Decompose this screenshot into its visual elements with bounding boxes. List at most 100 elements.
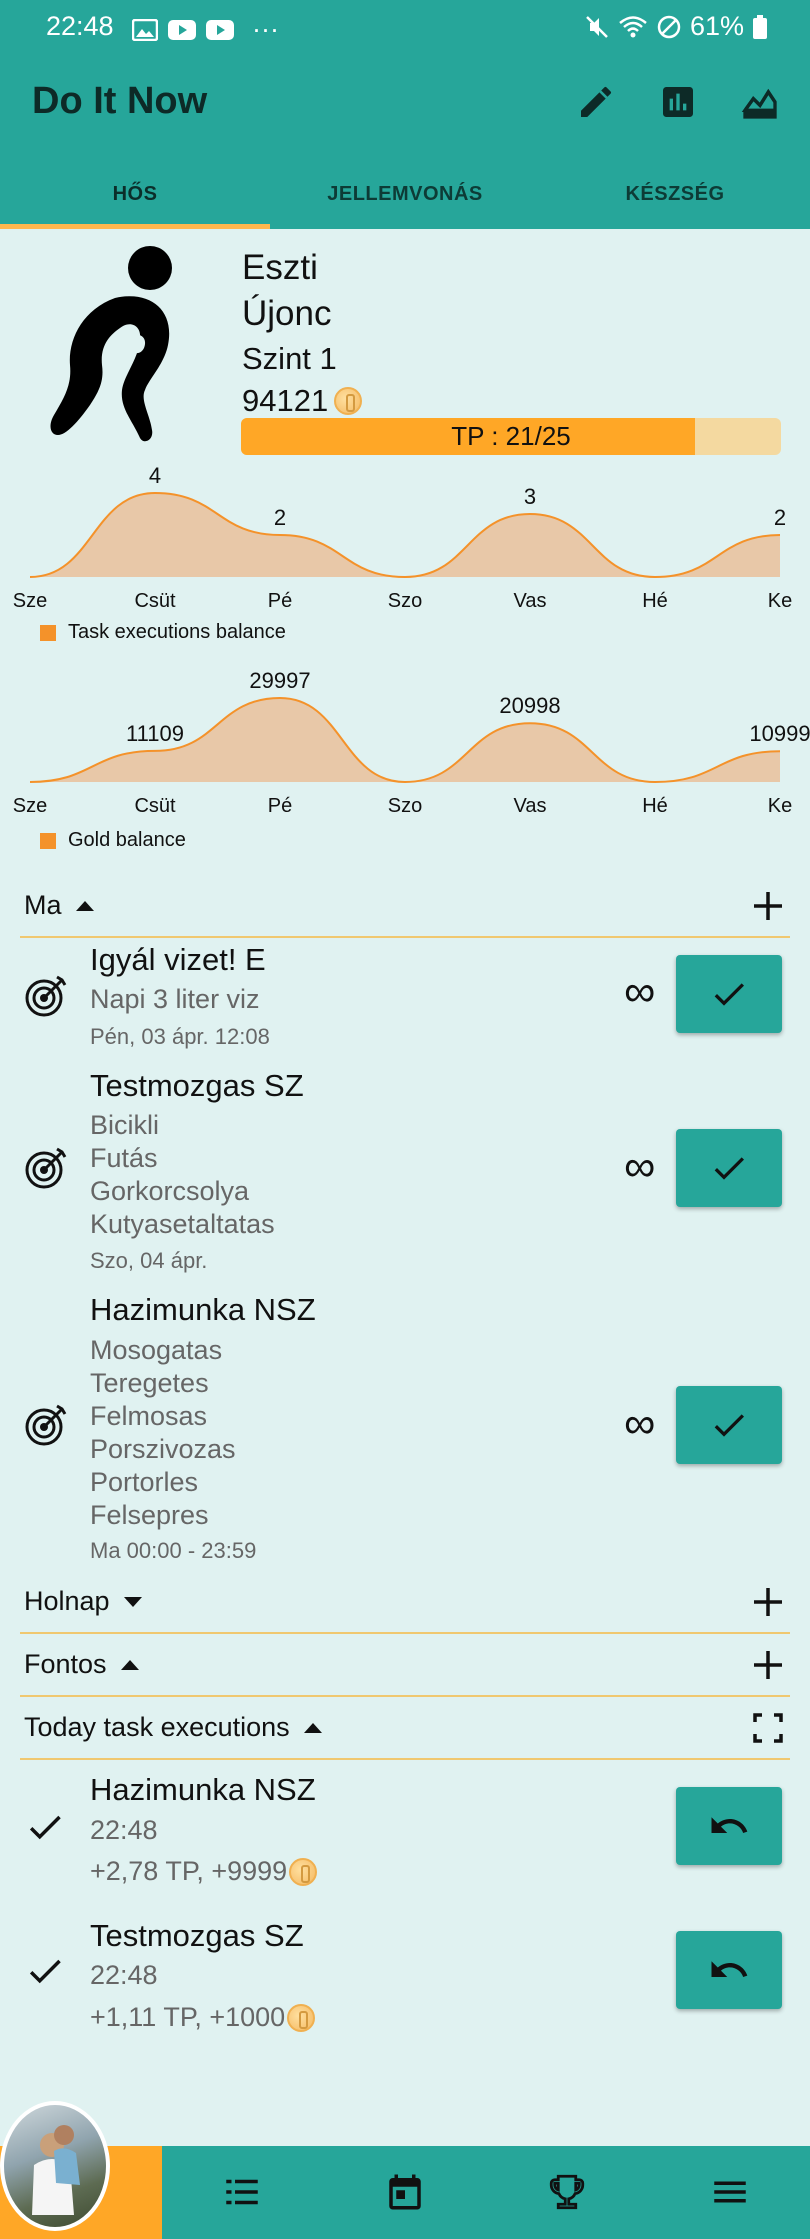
task-subtask: Gorkorcsolya <box>90 1176 250 1206</box>
task-date: Szo, 04 ápr. <box>90 1248 208 1273</box>
x-tick-label: Sze <box>13 795 47 817</box>
add-icon[interactable] <box>750 888 786 924</box>
list-icon <box>226 2179 258 2205</box>
complete-task-button[interactable] <box>676 955 782 1033</box>
edit-button[interactable] <box>572 78 620 126</box>
collapse-icon <box>120 1659 139 1670</box>
data-label: 10999 <box>749 721 810 746</box>
fullscreen-icon[interactable] <box>750 1710 786 1746</box>
repeat-infinite-icon: ∞ <box>624 1142 656 1191</box>
task-name: Hazimunka NSZ <box>90 1292 316 1327</box>
check-icon <box>714 983 744 1006</box>
undo-button[interactable] <box>676 1787 782 1865</box>
legend-label: Gold balance <box>68 829 186 851</box>
check-icon <box>29 1815 61 1840</box>
complete-task-button[interactable] <box>676 1386 782 1464</box>
target-icon <box>25 1404 67 1446</box>
gold-amount: 94121 <box>242 383 329 418</box>
data-label: 29997 <box>249 668 310 693</box>
tab-traits[interactable]: JELLEMVONÁS <box>270 168 540 229</box>
calendar-icon <box>389 2174 421 2210</box>
tab-hero[interactable]: HŐS <box>0 168 270 229</box>
more-notifications: ··· <box>252 14 279 44</box>
bar-chart-icon <box>663 87 693 117</box>
data-label: 2 <box>274 505 286 530</box>
x-tick-label: Pé <box>268 795 292 817</box>
add-icon[interactable] <box>750 1647 786 1683</box>
wifi-icon <box>619 15 647 37</box>
complete-task-button[interactable] <box>676 1129 782 1207</box>
menu-icon <box>714 2181 746 2203</box>
repeat-infinite-icon: ∞ <box>624 1399 656 1448</box>
section-tomorrow: Holnap <box>20 1572 790 1634</box>
x-tick-label: Ke <box>768 795 792 817</box>
appbar-actions <box>572 78 784 126</box>
reward-text: +1,11 TP, +1000 <box>90 2002 286 2032</box>
x-tick-label: Csüt <box>134 795 176 817</box>
task-date: Pén, 03 ápr. 12:08 <box>90 1024 270 1049</box>
collapse-icon <box>75 900 94 911</box>
collapse-icon <box>303 1722 322 1733</box>
task-subtask: Felmosas <box>90 1401 208 1431</box>
blocked-icon <box>657 15 681 38</box>
section-today: Ma <box>20 876 790 938</box>
undo-icon <box>711 1817 748 1833</box>
tp-progress-bar: TP : 21/25 <box>241 418 781 455</box>
x-tick-label: Szo <box>388 590 422 612</box>
task-date: Ma 00:00 - 23:59 <box>90 1538 257 1563</box>
task-subtask: Porszivozas <box>90 1434 236 1464</box>
youtube-icon <box>168 19 196 40</box>
reward-text: +2,78 TP, +9999 <box>90 1856 288 1886</box>
nav-task-list[interactable] <box>218 2168 266 2216</box>
undo-icon <box>711 1961 748 1977</box>
stats-button[interactable] <box>654 78 702 126</box>
tab-bar: HŐS JELLEMVONÁS KÉSZSÉG <box>0 168 810 229</box>
section-title: Today task executions <box>24 1712 290 1742</box>
trend-button[interactable] <box>736 78 784 126</box>
task-subtask: Teregetes <box>90 1368 209 1398</box>
battery-percent: 61% <box>689 11 744 41</box>
section-toggle[interactable]: Today task executions <box>24 1712 322 1743</box>
task-subtask: Portorles <box>90 1467 199 1497</box>
chart-area <box>30 493 780 577</box>
execution-name: Hazimunka NSZ <box>90 1772 316 1807</box>
user-avatar[interactable] <box>0 2101 110 2231</box>
notification-icons: ··· <box>132 14 279 45</box>
bottom-navigation <box>0 2146 810 2239</box>
mute-icon <box>586 15 608 38</box>
coin-icon <box>289 1857 318 1886</box>
coin-icon <box>334 387 363 415</box>
x-tick-label: Vas <box>514 795 547 817</box>
chart-legend: Gold balance <box>40 829 186 852</box>
repeat-infinite-icon: ∞ <box>624 967 656 1016</box>
section-toggle[interactable]: Ma <box>24 890 94 921</box>
status-right: 61% <box>584 11 768 42</box>
chart-legend: Task executions balance <box>40 621 286 644</box>
hero-figure-icon <box>50 246 172 442</box>
legend-swatch <box>40 832 56 849</box>
data-label: 4 <box>149 463 161 488</box>
tab-skills[interactable]: KÉSZSÉG <box>540 168 810 229</box>
hero-level: Szint 1 <box>242 341 337 376</box>
nav-achievements[interactable] <box>543 2168 591 2216</box>
pencil-icon <box>581 86 612 117</box>
hero-gold: 94121 <box>242 381 363 421</box>
check-icon <box>29 1959 61 1984</box>
add-icon[interactable] <box>750 1584 786 1620</box>
task-executions-chart: Sze Csüt Pé Szo Vas Hé Ke 4 2 3 2 <box>13 463 792 612</box>
nav-calendar[interactable] <box>381 2168 429 2216</box>
section-toggle[interactable]: Holnap <box>24 1586 142 1617</box>
section-toggle[interactable]: Fontos <box>24 1649 139 1680</box>
execution-time: 22:48 <box>90 1815 158 1845</box>
tp-label: TP : 21/25 <box>451 421 571 451</box>
nav-menu[interactable] <box>706 2168 754 2216</box>
section-title: Ma <box>24 890 62 920</box>
data-label: 3 <box>524 484 536 509</box>
x-tick-label: Csüt <box>134 590 176 612</box>
undo-button[interactable] <box>676 1931 782 2009</box>
gold-balance-chart: Sze Csüt Pé Szo Vas Hé Ke 11109 29997 20998 10999 <box>13 668 810 817</box>
legend-label: Task executions balance <box>68 621 286 643</box>
execution-reward: +2,78 TP, +9999 <box>90 1856 318 1887</box>
data-label: 2 <box>774 505 786 530</box>
section-executions: Today task executions <box>20 1698 790 1760</box>
